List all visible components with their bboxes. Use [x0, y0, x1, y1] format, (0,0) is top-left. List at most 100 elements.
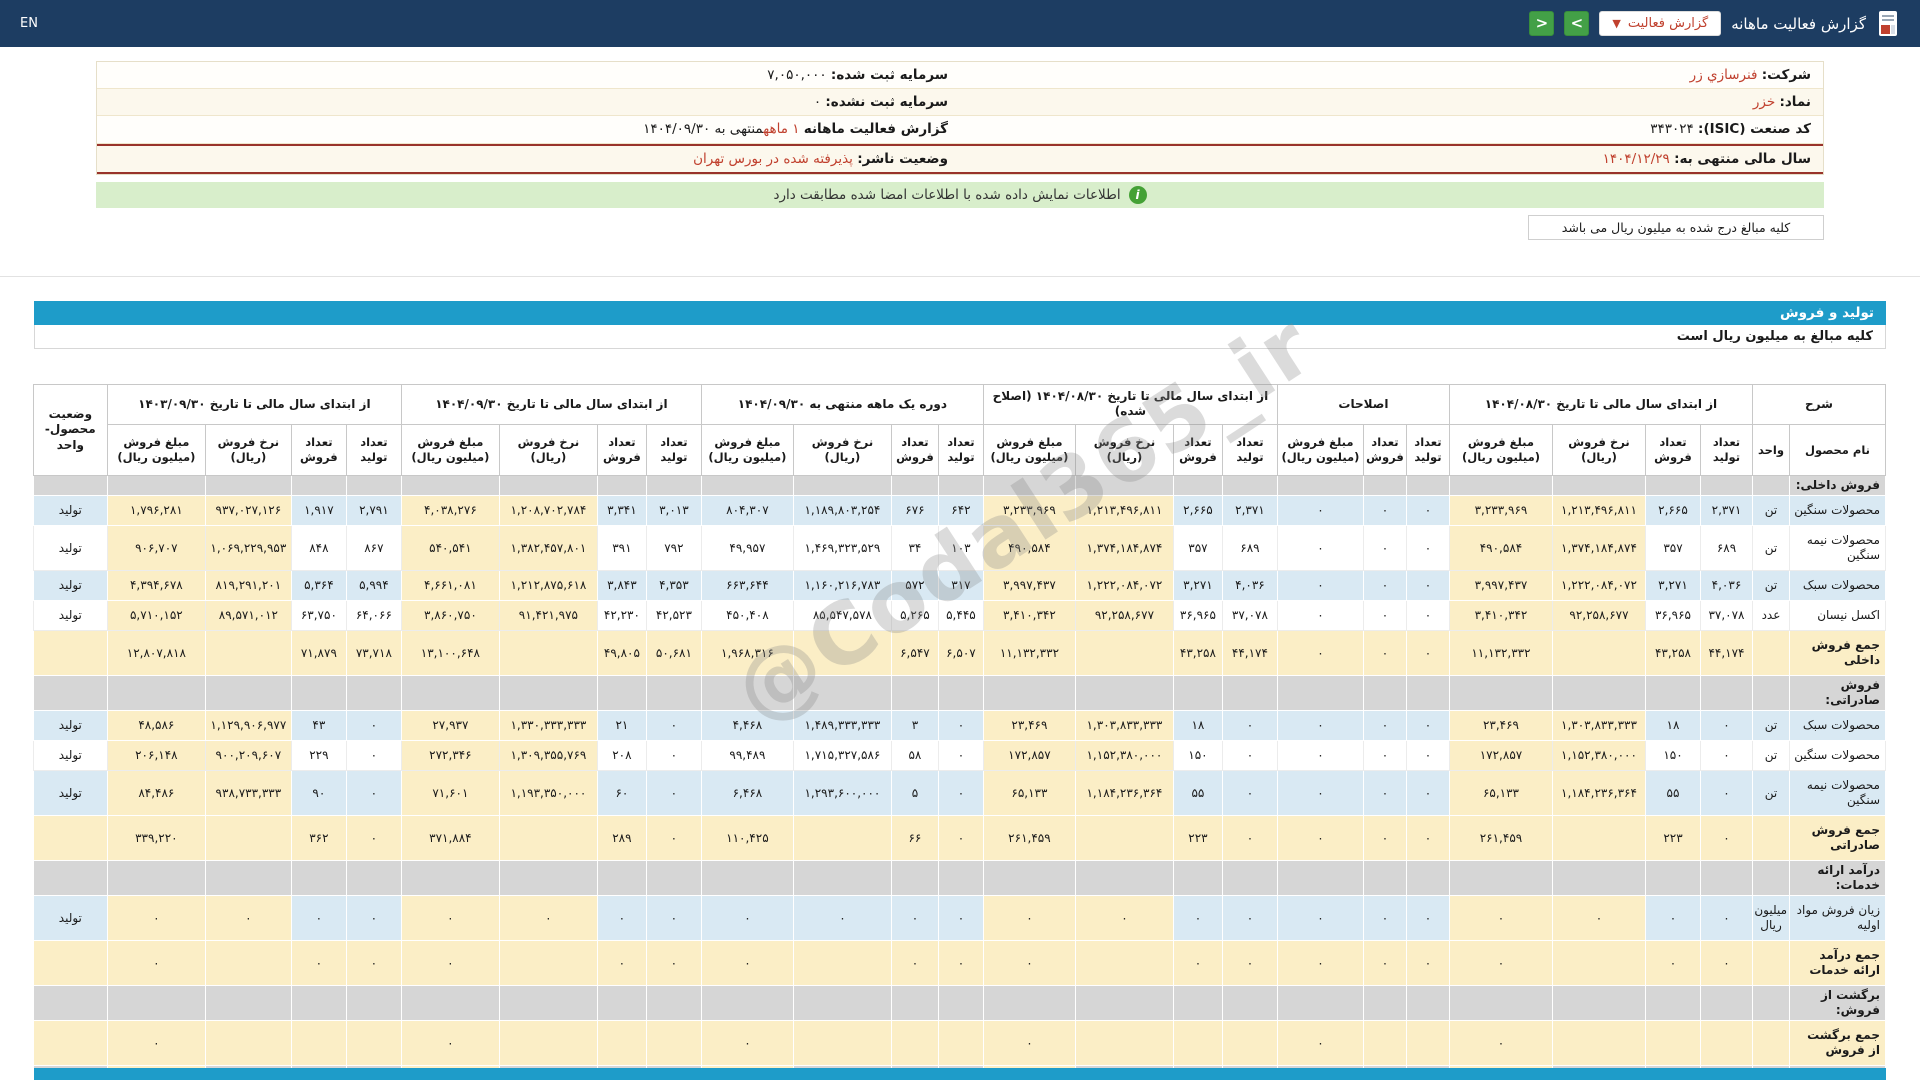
table-cell: محصولات سبک: [1789, 570, 1886, 602]
table-cell: ۰: [1172, 895, 1223, 942]
table-cell: ۰: [1276, 570, 1364, 602]
table-cell: ۰: [345, 770, 402, 817]
table-cell: ۳,۲۳۳,۹۶۹: [1448, 495, 1553, 527]
table-cell: ۰: [1405, 770, 1450, 817]
table-cell: جمع برگشت از فروش: [1789, 1020, 1886, 1067]
table-cell: ۰: [1405, 895, 1450, 942]
table-cell: ۴۸,۵۸۶: [106, 710, 206, 742]
table-cell: ۰: [1448, 895, 1553, 942]
info-cell: گزارش فعالیت ماهانه ۱ ماههمنتهی به ۱۴۰۴/…: [643, 121, 948, 138]
table-cell: ۰: [1276, 895, 1364, 942]
next-report-button[interactable]: >: [1564, 11, 1590, 36]
table-cell: [32, 1020, 108, 1067]
table-cell: [1699, 985, 1753, 1022]
table-cell: ۱,۲۲۲,۰۸۴,۰۷۲: [1074, 570, 1174, 602]
table-cell: ۹۳۷,۰۲۷,۱۲۶: [204, 495, 292, 527]
table-cell: ۶۵,۱۳۳: [982, 770, 1076, 817]
table-cell: [32, 815, 108, 862]
table-cell: ۲,۶۶۵: [1172, 495, 1223, 527]
report-type-dropdown[interactable]: گزارش فعالیت ▼: [1599, 11, 1722, 36]
table-cell: ۰: [1405, 570, 1450, 602]
table-cell: [1276, 985, 1364, 1022]
group-header: از ابتدای سال مالی تا تاریخ ۱۴۰۴/۰۹/۳۰: [400, 383, 702, 426]
table-cell: ۰: [1405, 940, 1450, 987]
table-cell: [937, 985, 984, 1022]
table-cell: ۱,۱۲۹,۹۰۶,۹۷۷: [204, 710, 292, 742]
table-cell: [400, 675, 500, 712]
column-header: مبلغ فروش (میلیون ریال): [1448, 424, 1553, 477]
table-cell: [1405, 1020, 1450, 1067]
table-cell: ۰: [1405, 710, 1450, 742]
info-row: نماد: خزر سرمایه ثبت نشده: ۰: [97, 89, 1823, 117]
table-cell: [1276, 475, 1364, 497]
table-cell: ۰: [1276, 495, 1364, 527]
table-cell: [645, 475, 702, 497]
table-cell: [345, 475, 402, 497]
table-cell: ۳۷,۰۷۸: [1221, 600, 1278, 632]
header-group-row: شرح از ابتدای سال مالی تا تاریخ ۱۴۰۴/۰۸/۳…: [32, 383, 1887, 477]
language-toggle-en[interactable]: EN: [20, 16, 38, 31]
table-cell: ۰: [1448, 1020, 1553, 1067]
table-cell: ۱,۲۱۳,۴۹۶,۸۱۱: [1551, 495, 1646, 527]
table-cell: ۲,۳۷۱: [1699, 495, 1753, 527]
table-cell: [1644, 675, 1701, 712]
table-cell: [1644, 985, 1701, 1022]
table-cell: ۴,۶۶۱,۰۸۱: [400, 570, 500, 602]
table-cell: ۰: [1405, 815, 1450, 862]
table-cell: ۰: [890, 940, 939, 987]
group-header: از ابتدای سال مالی تا تاریخ ۱۴۰۳/۰۹/۳۰: [106, 383, 402, 426]
table-cell: ۰: [700, 1020, 794, 1067]
table-cell: ۰: [1172, 940, 1223, 987]
table-row: جمع فروش صادراتی ۰ ۲۲۳ ۲۶۱,۴۵۹ ۰ ۰ ۰ ۰ ۲۲۳ ۲۶۱,۴۵…: [32, 815, 1886, 862]
column-header: تعداد فروش: [290, 424, 347, 477]
table-cell: [596, 475, 647, 497]
table-cell: [1448, 985, 1553, 1022]
table-cell: ۲,۶۶۵: [1644, 495, 1701, 527]
table-cell: ۰: [204, 895, 292, 942]
table-cell: جمع فروش صادراتی: [1789, 815, 1886, 862]
table-cell: ۱,۴۶۹,۳۲۳,۵۲۹: [792, 525, 892, 572]
table-cell: ۱,۱۶۰,۲۱۶,۷۸۳: [792, 570, 892, 602]
table-cell: ۳۵۷: [1644, 525, 1701, 572]
table-cell: ۱۱۰,۴۲۵: [700, 815, 794, 862]
table-cell: ۵۴۰,۵۴۱: [400, 525, 500, 572]
topbar: گزارش فعالیت ماهانه گزارش فعالیت ▼ > < E…: [0, 0, 1920, 47]
column-header: تعداد تولید: [1221, 424, 1278, 477]
table-cell: [345, 675, 402, 712]
table-cell: ۰: [1362, 630, 1407, 677]
table-cell: [106, 675, 206, 712]
table-cell: [937, 1020, 984, 1067]
table-cell: ۶۶۳,۶۴۴: [700, 570, 794, 602]
table-row: زیان فروش مواد اولیه میلیون ریال ۰ ۰ ۰ ۰ ۰ ۰ ۰ ۰ ۰…: [32, 895, 1886, 942]
table-cell: ۱,۳۳۰,۳۳۳,۳۳۳: [498, 710, 598, 742]
table-cell: ۶۸۹: [1699, 525, 1753, 572]
table-cell: ۰: [345, 895, 402, 942]
table-cell: ۳,۸۶۰,۷۵۰: [400, 600, 500, 632]
table-cell: ۱۳,۱۰۰,۶۴۸: [400, 630, 500, 677]
table-cell: ۰: [1362, 600, 1407, 632]
table-cell: [400, 985, 500, 1022]
report-dropdown-label: گزارش فعالیت: [1627, 16, 1709, 31]
table-cell: ۸۰۴,۳۰۷: [700, 495, 794, 527]
prev-report-button[interactable]: <: [1529, 11, 1555, 36]
table-cell: [1362, 675, 1407, 712]
divider: [0, 275, 1920, 277]
table-cell: ۴۲,۲۳۰: [596, 600, 647, 632]
table-cell: [596, 675, 647, 712]
table-cell: [792, 860, 892, 897]
table-cell: [890, 475, 939, 497]
table-cell: ۲۳,۴۶۹: [982, 710, 1076, 742]
table-cell: ۱,۲۲۲,۰۸۴,۰۷۲: [1551, 570, 1646, 602]
group-header: از ابتدای سال مالی تا تاریخ ۱۴۰۴/۰۸/۳۰ (…: [982, 383, 1278, 426]
table-cell: [1074, 985, 1174, 1022]
table-cell: محصولات سبک: [1789, 710, 1886, 742]
table-cell: ۰: [937, 710, 984, 742]
table-cell: فروش صادراتی:: [1789, 675, 1886, 712]
table-cell: ۳۶۲: [290, 815, 347, 862]
table-cell: ۴۳,۲۵۸: [1172, 630, 1223, 677]
table-cell: جمع فروش داخلی: [1789, 630, 1886, 677]
info-cell: نماد: خزر: [1752, 94, 1811, 111]
table-cell: ۲۳,۴۶۹: [1448, 710, 1553, 742]
column-header: تعداد تولید: [937, 424, 984, 477]
table-cell: [1551, 985, 1646, 1022]
